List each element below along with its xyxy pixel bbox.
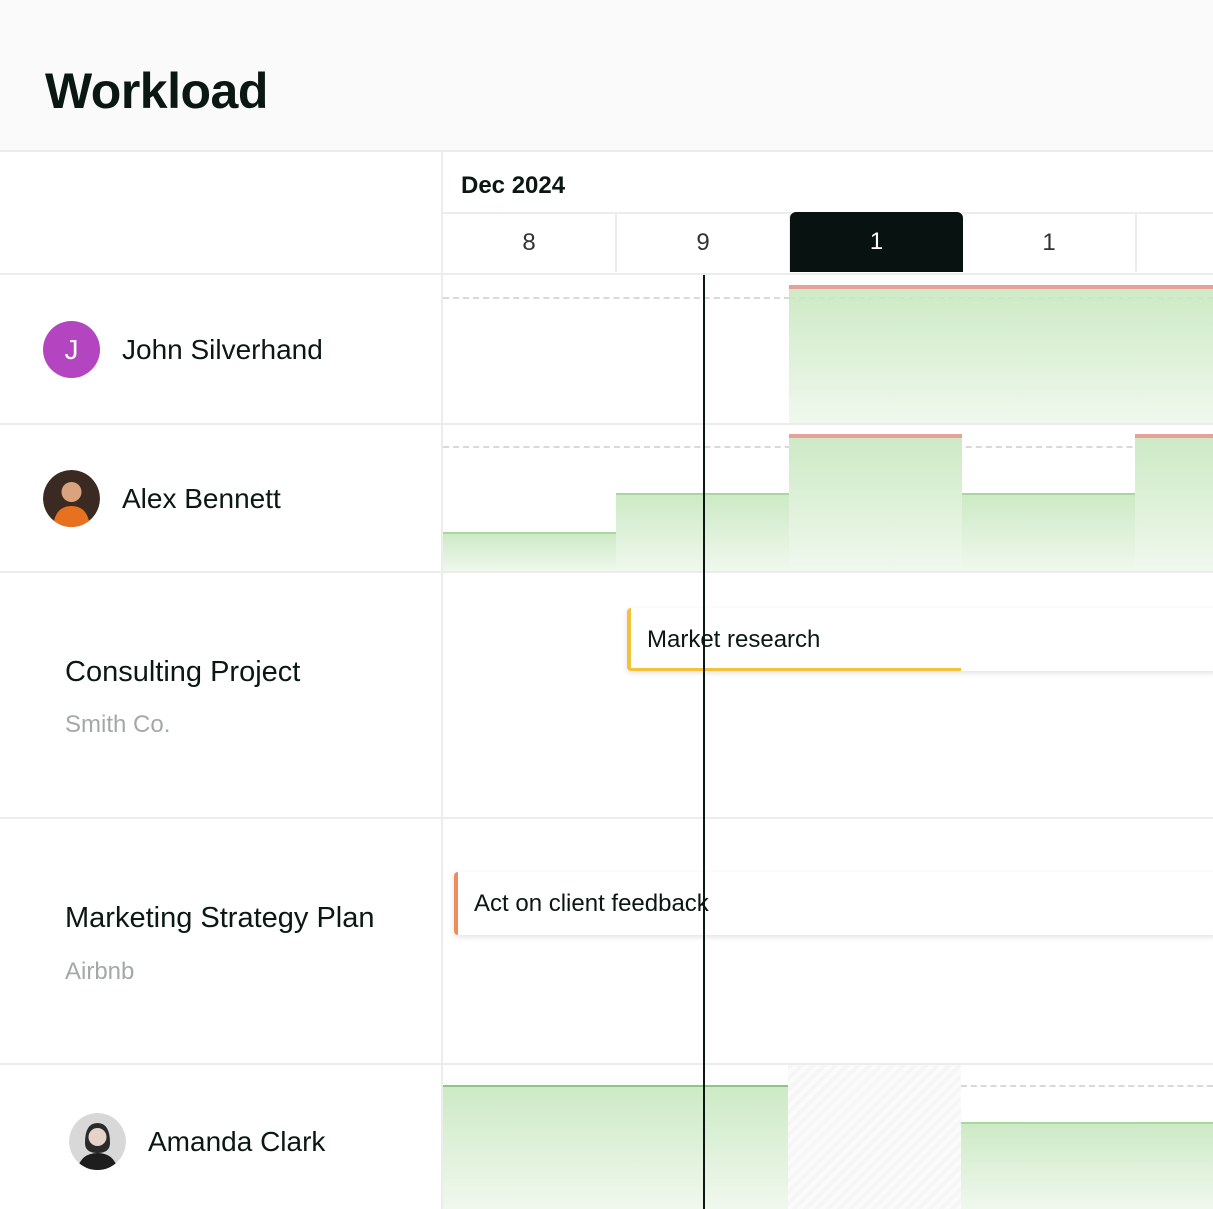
divider (443, 571, 1213, 573)
task-bar[interactable]: Act on client feedback (454, 872, 1213, 935)
task-label: Act on client feedback (474, 889, 709, 917)
avatar (69, 1113, 126, 1170)
project-client: Airbnb (65, 958, 135, 985)
capacity-line (961, 1085, 1213, 1087)
avatar: J (43, 321, 100, 378)
page-header: Workload (0, 0, 1213, 152)
project-client: Smith Co. (65, 711, 171, 738)
task-bar[interactable]: Market research (627, 608, 1213, 671)
person-row-alex[interactable]: Alex Bennett (43, 470, 281, 527)
workload-bar[interactable] (443, 1085, 788, 1209)
avatar (43, 470, 100, 527)
workload-bar[interactable] (443, 532, 616, 572)
project-name: Consulting Project (65, 656, 301, 688)
timeline-month: Dec 2024 (461, 172, 566, 199)
avatar-initial: J (64, 333, 79, 365)
task-label: Market research (647, 625, 821, 653)
task-progress (631, 668, 961, 671)
workload-bar[interactable] (789, 434, 962, 572)
person-row-amanda[interactable]: Amanda Clark (69, 1113, 325, 1170)
today-marker (703, 275, 705, 1209)
divider (443, 817, 1213, 819)
workload-bar[interactable] (1135, 434, 1213, 572)
page-title: Workload (45, 63, 268, 119)
day-header-cell[interactable]: 8 (443, 212, 617, 272)
workload-bar[interactable] (962, 493, 1135, 572)
workload-bar[interactable] (961, 1122, 1213, 1209)
project-name: Marketing Strategy Plan (65, 902, 375, 934)
day-header-cell[interactable]: 1 (963, 212, 1137, 272)
divider (0, 423, 441, 425)
day-header-cell[interactable]: 9 (617, 212, 791, 272)
day-header-cell[interactable] (1137, 212, 1213, 272)
workload-bar[interactable] (789, 285, 1213, 424)
capacity-line (789, 297, 1213, 299)
avatar-photo-icon (43, 470, 100, 527)
time-off-block (788, 1065, 961, 1209)
divider (0, 1063, 441, 1065)
capacity-line (443, 297, 790, 299)
divider (0, 817, 441, 819)
divider (443, 423, 1213, 425)
avatar-photo-icon (69, 1113, 126, 1170)
person-row-john[interactable]: J John Silverhand (43, 321, 323, 378)
day-header-cell-active[interactable]: 1 (790, 212, 963, 272)
person-name: John Silverhand (122, 333, 323, 365)
divider (0, 273, 441, 275)
workload-app: Workload J John Silverhand Alex Bennett … (0, 0, 1213, 1209)
divider (0, 571, 441, 573)
person-name: Alex Bennett (122, 482, 281, 514)
timeline: Dec 2024 8 9 1 1 Market research Act on … (443, 152, 1213, 1209)
divider (443, 273, 1213, 275)
resource-list: J John Silverhand Alex Bennett Consultin… (0, 152, 443, 1209)
person-name: Amanda Clark (148, 1125, 326, 1157)
